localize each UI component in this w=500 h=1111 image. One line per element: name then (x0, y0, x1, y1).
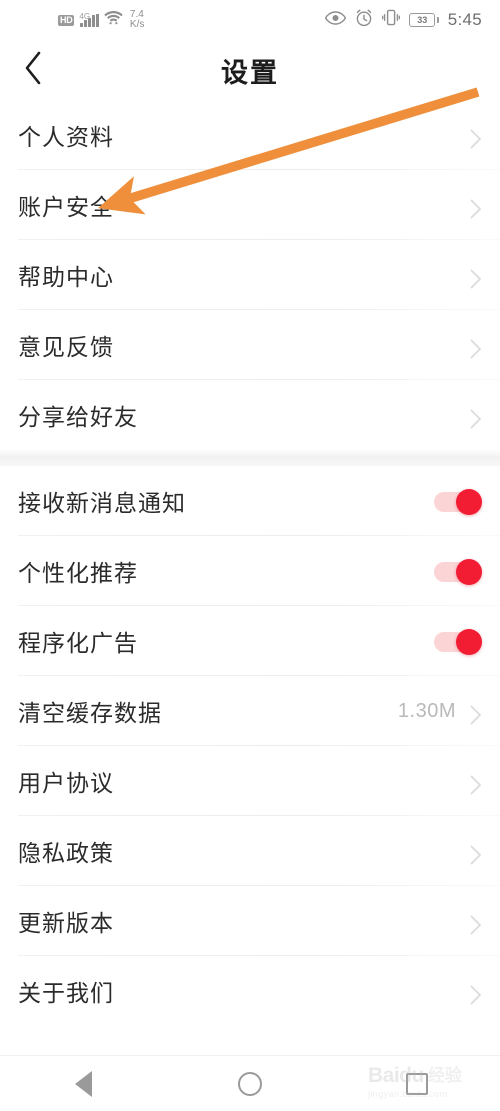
section-divider (0, 450, 500, 466)
row-label-programmatic-ads: 程序化广告 (18, 630, 138, 656)
square-recents-icon (405, 1072, 428, 1095)
settings-row-help-center[interactable]: 帮助中心 (0, 240, 500, 310)
toggle-knob (456, 628, 482, 655)
system-navigation-bar (0, 1055, 500, 1111)
page-title: 设置 (221, 57, 279, 88)
account-section: 个人资料账户安全帮助中心意见反馈分享给好友 (0, 100, 500, 450)
settings-row-account-security[interactable]: 账户安全 (0, 170, 500, 240)
chevron-right-icon (470, 409, 482, 429)
row-value-clear-cache: 1.30M (397, 699, 456, 722)
row-label-update-version: 更新版本 (18, 910, 114, 936)
toggle-programmatic-ads[interactable] (434, 628, 482, 655)
settings-row-update-version[interactable]: 更新版本 (0, 886, 500, 956)
phone-screen: HD 4G 7.4 K/s 33 5:45 设置 个人资料 账户安全 帮助中心 … (0, 0, 500, 1111)
battery-percent-label: 33 (417, 15, 428, 25)
data-speed-indicator: 7.4 K/s (130, 10, 144, 30)
settings-list: 个人资料账户安全帮助中心意见反馈分享给好友接收新消息通知 个性化推荐程序化广告清空… (0, 100, 500, 1026)
toggle-knob (456, 488, 482, 515)
battery-body: 33 (409, 13, 436, 27)
battery-icon: 33 (409, 13, 439, 27)
row-label-feedback: 意见反馈 (18, 334, 114, 360)
row-label-profile: 个人资料 (18, 124, 114, 150)
network-type-label: 4G (79, 11, 91, 21)
row-label-new-message-notification: 接收新消息通知 (18, 490, 186, 516)
row-label-user-agreement: 用户协议 (18, 770, 114, 796)
settings-row-user-agreement[interactable]: 用户协议 (0, 746, 500, 816)
row-label-about-us: 关于我们 (18, 980, 114, 1006)
chevron-right-icon (470, 985, 482, 1005)
nav-back-button[interactable] (48, 1056, 118, 1111)
chevron-right-icon (470, 775, 482, 795)
hd-icon: HD (58, 14, 75, 26)
wifi-icon (104, 10, 123, 30)
row-label-clear-cache: 清空缓存数据 (18, 700, 162, 726)
circle-home-icon (237, 1071, 262, 1096)
triangle-back-icon (74, 1070, 92, 1097)
preferences-section: 接收新消息通知 个性化推荐程序化广告清空缓存数据 1.30M 用户协议隐私政策更新版本… (0, 466, 500, 1026)
nav-home-button[interactable] (215, 1056, 285, 1111)
settings-row-share-to-friends[interactable]: 分享给好友 (0, 380, 500, 450)
data-speed-unit: K/s (129, 19, 145, 30)
chevron-right-icon (470, 705, 482, 725)
row-label-account-security: 账户安全 (18, 194, 114, 220)
chevron-right-icon (470, 845, 482, 865)
settings-row-about-us[interactable]: 关于我们 (0, 956, 500, 1026)
status-bar: HD 4G 7.4 K/s 33 5:45 (0, 0, 500, 40)
nav-recents-button[interactable] (382, 1056, 452, 1111)
settings-row-profile[interactable]: 个人资料 (0, 100, 500, 170)
settings-row-personalized-recommendation[interactable]: 个性化推荐 (0, 536, 500, 606)
status-bar-left: HD 4G 7.4 K/s (58, 0, 144, 40)
alarm-clock-icon (355, 9, 373, 32)
toggle-knob (456, 558, 482, 585)
toggle-personalized-recommendation[interactable] (434, 558, 482, 585)
settings-row-clear-cache[interactable]: 清空缓存数据 1.30M (0, 676, 500, 746)
chevron-right-icon (470, 129, 482, 149)
row-label-personalized-recommendation: 个性化推荐 (18, 560, 138, 586)
settings-row-privacy-policy[interactable]: 隐私政策 (0, 816, 500, 886)
status-bar-right: 33 5:45 (325, 0, 482, 40)
chevron-right-icon (470, 915, 482, 935)
row-label-share-to-friends: 分享给好友 (18, 404, 138, 430)
chevron-right-icon (470, 269, 482, 289)
chevron-right-icon (470, 339, 482, 359)
app-header: 设置 (0, 40, 500, 100)
status-bar-clock: 5:45 (447, 10, 482, 29)
vibrate-icon (382, 9, 401, 31)
signal-strength-icon: 4G (79, 11, 99, 27)
toggle-new-message-notification[interactable] (434, 488, 482, 515)
settings-row-feedback[interactable]: 意见反馈 (0, 310, 500, 380)
settings-row-new-message-notification[interactable]: 接收新消息通知 (0, 466, 500, 536)
row-label-privacy-policy: 隐私政策 (18, 840, 114, 866)
eye-icon (325, 10, 347, 30)
battery-cap (436, 17, 439, 23)
settings-row-programmatic-ads[interactable]: 程序化广告 (0, 606, 500, 676)
row-label-help-center: 帮助中心 (18, 264, 114, 290)
chevron-right-icon (470, 199, 482, 219)
